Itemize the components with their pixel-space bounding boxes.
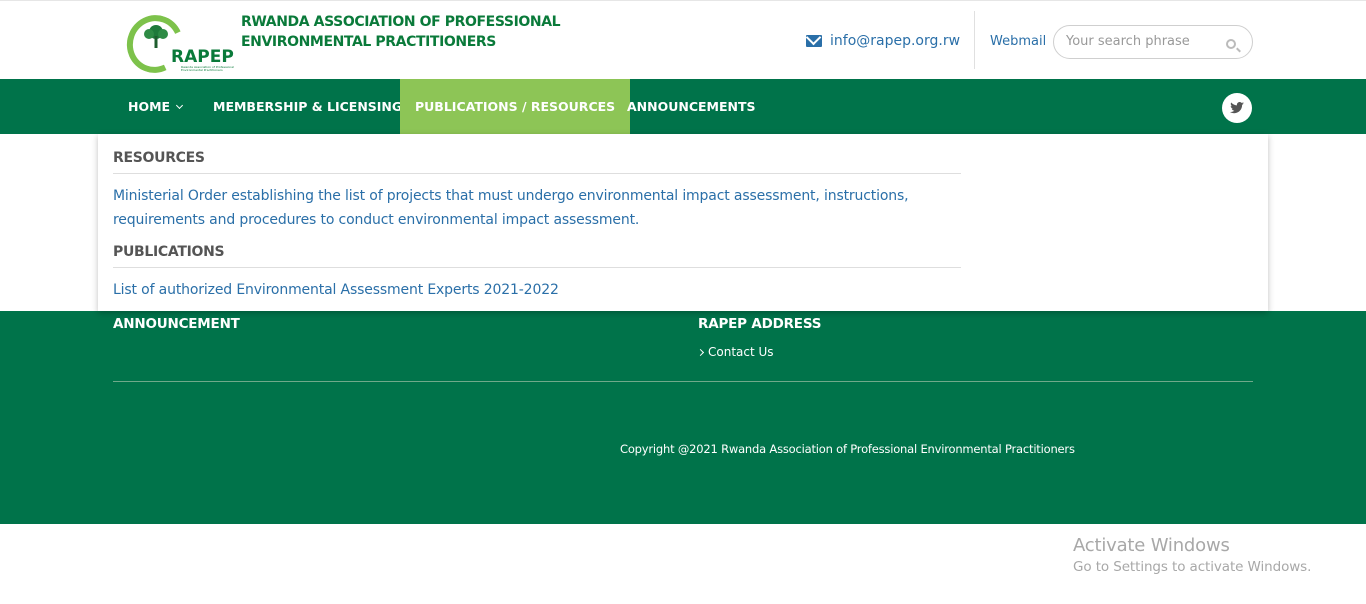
twitter-icon	[1230, 102, 1244, 114]
chevron-right-icon	[696, 348, 705, 356]
site-header: RAPEP Rwanda Association of Professional…	[0, 0, 1366, 81]
envelope-icon	[806, 35, 822, 47]
site-title-line1: RWANDA ASSOCIATION OF PROFESSIONAL	[241, 14, 561, 30]
copyright-text: Copyright @2021 Rwanda Association of Pr…	[620, 442, 1075, 456]
twitter-button[interactable]	[1222, 93, 1252, 123]
logo-text: RAPEP	[171, 47, 234, 67]
main-navigation: HOME MEMBERSHIP & LICENSING PUBLICATIONS…	[0, 79, 1366, 134]
footer-divider	[113, 381, 1253, 382]
tree-icon	[144, 25, 168, 48]
footer-address-heading: RAPEP ADDRESS	[698, 316, 822, 332]
publications-heading: PUBLICATIONS	[113, 244, 961, 268]
search-icon[interactable]	[1226, 39, 1236, 49]
site-title[interactable]: RWANDA ASSOCIATION OF PROFESSIONAL ENVIR…	[241, 12, 561, 52]
nav-item-label: MEMBERSHIP & LICENSING	[213, 99, 403, 114]
publications-link-experts-list[interactable]: List of authorized Environmental Assessm…	[113, 278, 973, 302]
windows-activation-watermark: Activate Windows Go to Settings to activ…	[1073, 535, 1311, 575]
resources-heading: RESOURCES	[113, 150, 961, 174]
watermark-title: Activate Windows	[1073, 535, 1230, 556]
header-divider	[974, 11, 975, 69]
nav-item-label: HOME	[128, 99, 171, 114]
publications-dropdown-panel: RESOURCES Ministerial Order establishing…	[98, 134, 1268, 311]
search-box	[1053, 25, 1253, 59]
search-input[interactable]	[1066, 34, 1216, 49]
site-logo[interactable]: RAPEP Rwanda Association of Professional…	[113, 7, 235, 81]
nav-item-home[interactable]: HOME	[113, 79, 197, 134]
chevron-down-icon	[176, 101, 184, 110]
nav-item-label: PUBLICATIONS / RESOURCES	[415, 99, 616, 114]
site-footer: ANNOUNCEMENT RAPEP ADDRESS Contact Us Co…	[0, 311, 1366, 524]
nav-item-publications-resources[interactable]: PUBLICATIONS / RESOURCES	[400, 79, 631, 134]
email-link[interactable]: info@rapep.org.rw	[806, 33, 960, 49]
webmail-link[interactable]: Webmail	[990, 34, 1046, 49]
site-title-line2: ENVIRONMENTAL PRACTITIONERS	[241, 34, 496, 50]
footer-contact-link[interactable]: Contact Us	[696, 345, 774, 359]
email-address: info@rapep.org.rw	[830, 33, 961, 49]
resources-link-ministerial-order[interactable]: Ministerial Order establishing the list …	[113, 184, 973, 232]
nav-item-announcements[interactable]: ANNOUNCEMENTS	[612, 79, 771, 134]
footer-announcement-heading: ANNOUNCEMENT	[113, 316, 240, 332]
footer-contact-label: Contact Us	[708, 345, 774, 359]
nav-item-membership-licensing[interactable]: MEMBERSHIP & LICENSING	[198, 79, 417, 134]
logo-subtext: Rwanda Association of Professional Envir…	[181, 65, 234, 72]
watermark-subtitle: Go to Settings to activate Windows.	[1073, 559, 1312, 575]
nav-item-label: ANNOUNCEMENTS	[627, 99, 756, 114]
